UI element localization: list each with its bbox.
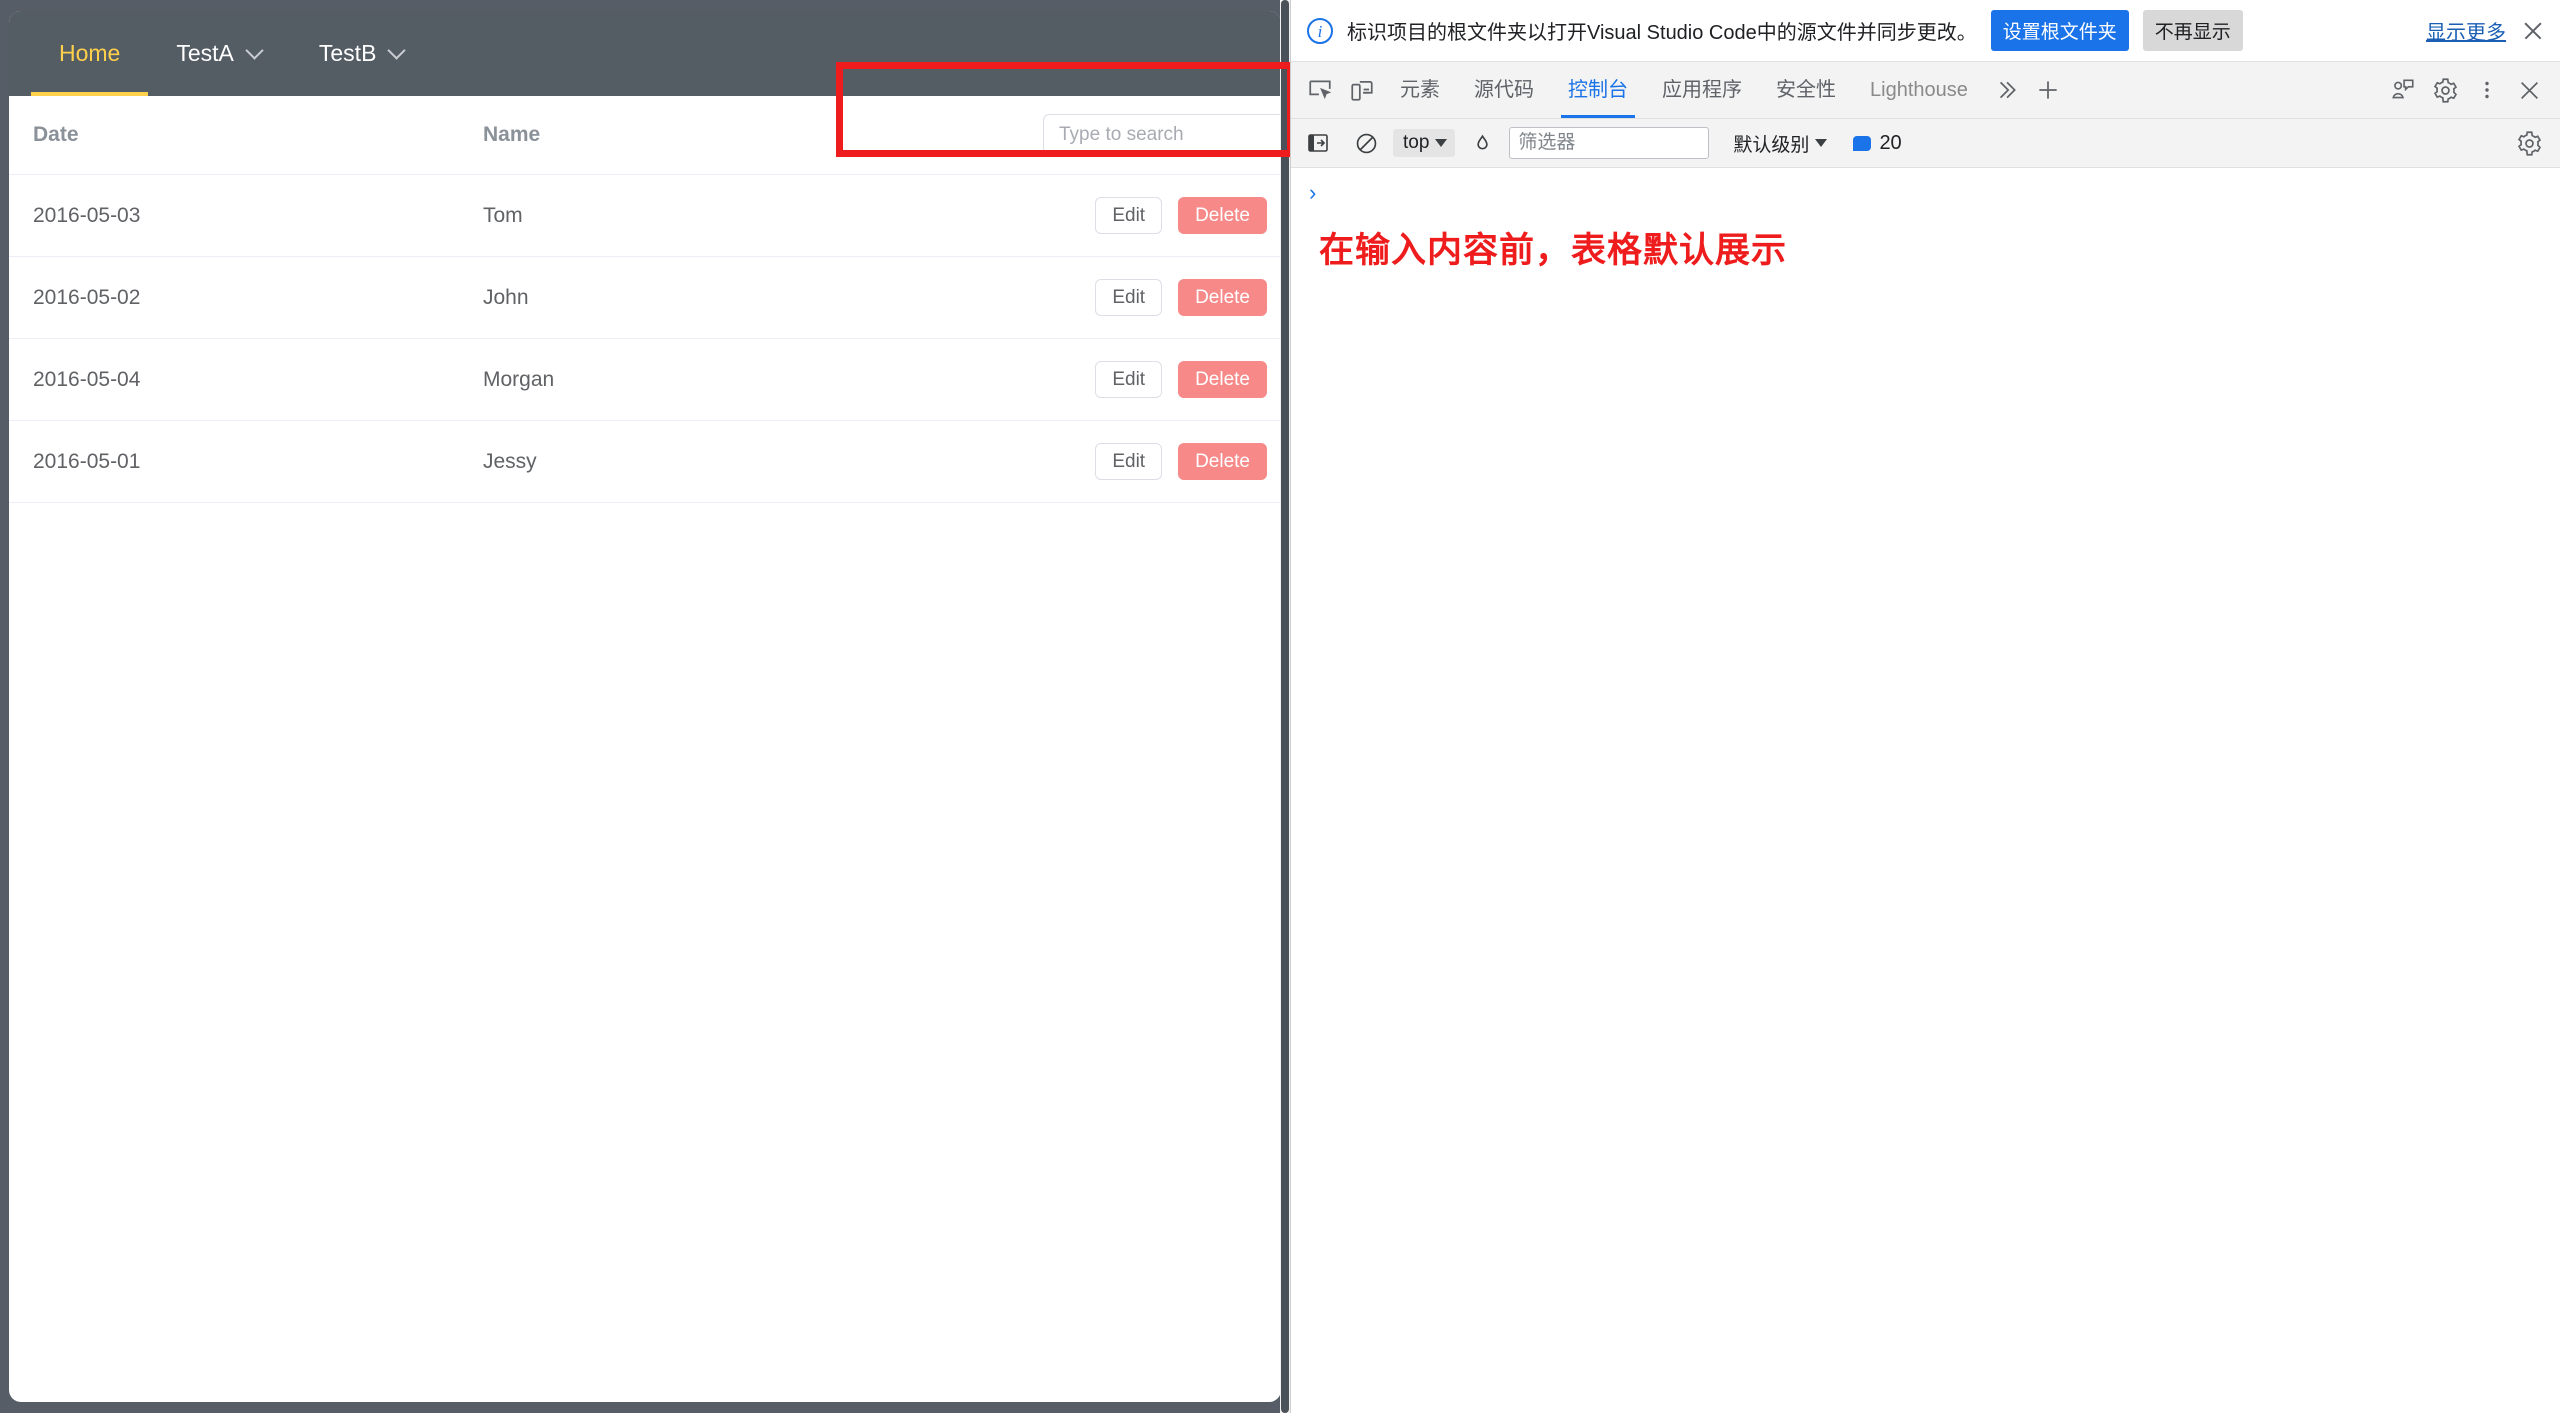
search-input[interactable] xyxy=(1043,114,1281,156)
table-row: 2016-05-01 Jessy Edit Delete xyxy=(9,420,1281,503)
tab-elements[interactable]: 元素 xyxy=(1383,62,1457,118)
nav-item-testb[interactable]: TestB xyxy=(291,11,434,96)
console-filter-input[interactable] xyxy=(1509,127,1710,159)
edit-button[interactable]: Edit xyxy=(1095,197,1163,234)
console-sidebar-toggle-icon[interactable] xyxy=(1297,122,1339,164)
edit-button[interactable]: Edit xyxy=(1095,361,1163,398)
clear-console-icon[interactable] xyxy=(1345,122,1387,164)
delete-button[interactable]: Delete xyxy=(1178,197,1267,234)
tab-application[interactable]: 应用程序 xyxy=(1645,62,1759,118)
data-table: Date Name 2016-05-03 Tom EditDel xyxy=(9,96,1281,503)
cell-date: 2016-05-02 xyxy=(9,256,459,339)
table-header-row: Date Name xyxy=(9,96,1281,175)
message-bubble-icon xyxy=(1853,135,1872,151)
cell-date: 2016-05-01 xyxy=(9,420,459,503)
chevron-down-icon xyxy=(1815,139,1828,147)
table-head: Date Name xyxy=(9,96,1281,175)
data-table-container: Date Name 2016-05-03 Tom EditDel xyxy=(9,96,1281,503)
chevron-down-icon xyxy=(1435,139,1448,147)
banner-message: 标识项目的根文件夹以打开Visual Studio Code中的源文件并同步更改… xyxy=(1347,22,1977,44)
table-row: 2016-05-04 Morgan Edit Delete xyxy=(9,338,1281,421)
more-options-icon[interactable] xyxy=(2466,69,2508,111)
more-tabs-chevron-icon[interactable] xyxy=(1985,69,2027,111)
console-settings-gear-icon[interactable] xyxy=(2508,122,2550,164)
execution-context-label: top xyxy=(1403,132,1430,153)
log-level-label: 默认级别 xyxy=(1733,134,1810,156)
info-icon: i xyxy=(1307,17,1333,44)
tab-sources[interactable]: 源代码 xyxy=(1457,62,1551,118)
nav-item-label: Home xyxy=(59,40,121,66)
annotation-text-console: 在输入内容前，表格默认展示 xyxy=(1319,231,1788,270)
delete-button[interactable]: Delete xyxy=(1178,361,1267,398)
column-header-date: Date xyxy=(9,96,459,175)
inspect-element-icon[interactable] xyxy=(1299,69,1341,111)
cell-date: 2016-05-03 xyxy=(9,174,459,257)
delete-button[interactable]: Delete xyxy=(1178,279,1267,316)
devtools-panel: i 标识项目的根文件夹以打开Visual Studio Code中的源文件并同步… xyxy=(1290,0,2560,1413)
table-row: 2016-05-02 John Edit Delete xyxy=(9,256,1281,339)
message-count-value: 20 xyxy=(1879,131,1902,154)
cell-name: Tom xyxy=(459,174,1019,257)
tab-lighthouse[interactable]: Lighthouse xyxy=(1853,62,1985,118)
table-row: 2016-05-03 Tom Edit Delete xyxy=(9,174,1281,257)
edit-button[interactable]: Edit xyxy=(1095,443,1163,480)
page-vertical-scrollbar[interactable] xyxy=(1280,0,1290,1413)
gear-icon[interactable] xyxy=(2424,69,2466,111)
cell-operations: Edit Delete xyxy=(1019,420,1281,503)
dont-show-again-button[interactable]: 不再显示 xyxy=(2142,10,2243,51)
add-panel-icon[interactable] xyxy=(2027,69,2069,111)
nav-item-home[interactable]: Home xyxy=(31,11,149,96)
browser-page-viewport: Home TestA TestB Date Name Type to searc… xyxy=(0,0,1290,1413)
nav-item-testa[interactable]: TestA xyxy=(148,11,291,96)
devtools-info-banner: i 标识项目的根文件夹以打开Visual Studio Code中的源文件并同步… xyxy=(1291,0,2560,62)
cell-operations: Edit Delete xyxy=(1019,338,1281,421)
cell-date: 2016-05-04 xyxy=(9,338,459,421)
console-toolbar: top 默认级别 20 xyxy=(1291,119,2560,168)
screen-root: Home TestA TestB Date Name Type to searc… xyxy=(0,0,2560,1413)
tab-security[interactable]: 安全性 xyxy=(1759,62,1853,118)
chevron-down-icon xyxy=(390,44,405,59)
delete-button[interactable]: Delete xyxy=(1178,443,1267,480)
cell-operations: Edit Delete xyxy=(1019,174,1281,257)
live-expression-eye-icon[interactable] xyxy=(1461,122,1503,164)
set-root-folder-button[interactable]: 设置根文件夹 xyxy=(1990,10,2129,51)
feedback-icon[interactable] xyxy=(2382,69,2424,111)
table-body: 2016-05-03 Tom Edit Delete 2016-05-02 Joh… xyxy=(9,174,1281,503)
close-banner-icon[interactable] xyxy=(2520,18,2546,44)
page-card: Home TestA TestB Date Name Type to searc… xyxy=(9,11,1281,1402)
cell-operations: Edit Delete xyxy=(1019,256,1281,339)
device-toolbar-icon[interactable] xyxy=(1341,69,1383,111)
close-devtools-icon[interactable] xyxy=(2508,69,2550,111)
cell-name: John xyxy=(459,256,1019,339)
column-header-search xyxy=(1019,96,1281,175)
cell-name: Morgan xyxy=(459,338,1019,421)
console-message-area[interactable]: › 在输入内容前，表格默认展示 xyxy=(1291,168,2560,1413)
log-level-dropdown[interactable]: 默认级别 xyxy=(1727,127,1833,160)
cell-name: Jessy xyxy=(459,420,1019,503)
nav-item-label: TestA xyxy=(176,40,234,66)
nav-item-label: TestB xyxy=(318,40,377,66)
console-prompt-row[interactable]: › xyxy=(1291,178,2560,204)
message-count-badge[interactable]: 20 xyxy=(1853,131,1902,155)
console-prompt-icon: › xyxy=(1309,180,1317,205)
show-more-link[interactable]: 显示更多 xyxy=(2426,16,2506,45)
main-navbar: Home TestA TestB xyxy=(9,11,1281,96)
devtools-tabbar: 元素 源代码 控制台 应用程序 安全性 Lighthouse xyxy=(1291,62,2560,119)
tab-console[interactable]: 控制台 xyxy=(1551,62,1645,118)
scrollbar-thumb[interactable] xyxy=(1281,0,1289,1413)
column-header-name: Name xyxy=(459,96,1019,175)
edit-button[interactable]: Edit xyxy=(1095,279,1163,316)
chevron-down-icon xyxy=(248,44,263,59)
execution-context-dropdown[interactable]: top xyxy=(1393,129,1456,157)
